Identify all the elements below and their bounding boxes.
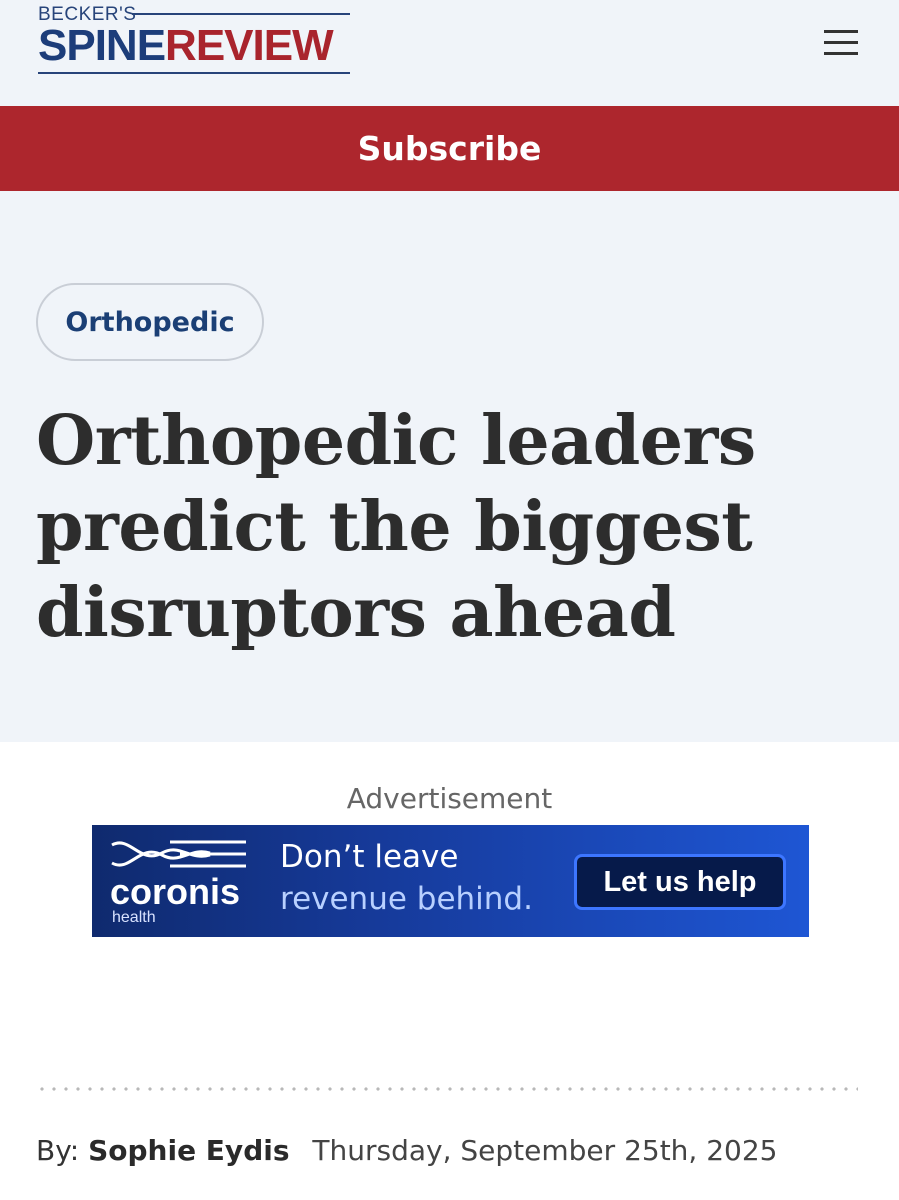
logo-review-text: REVIEW (165, 21, 334, 70)
site-logo[interactable]: BECKER'S SPINEREVIEW (38, 4, 354, 78)
ad-brand-subtitle: health (112, 909, 156, 926)
category-tag[interactable]: Orthopedic (36, 283, 264, 361)
ad-cta-button[interactable]: Let us help (574, 854, 786, 910)
subscribe-button[interactable]: Subscribe (0, 106, 899, 191)
ad-brand-name: coronis (110, 871, 241, 912)
category-label: Orthopedic (65, 306, 235, 338)
article-headline: Orthopedic leaders predict the biggest d… (36, 401, 756, 653)
ad-headline-line1: Don’t leave (280, 839, 459, 875)
byline-date: Thursday, September 25th, 2025 (312, 1134, 778, 1167)
logo-rule-top (132, 13, 350, 15)
article-hero: Orthopedic Orthopedic leaders predict th… (0, 191, 899, 742)
logo-rule-bottom (38, 72, 350, 74)
ad-headline-line2: revenue behind. (280, 881, 533, 917)
subscribe-label: Subscribe (357, 129, 542, 168)
advertisement-label: Advertisement (346, 782, 553, 815)
site-header: BECKER'S SPINEREVIEW (0, 0, 899, 106)
byline-by-label: By: (36, 1134, 80, 1167)
ad-banner[interactable]: coronis health Don’t leave revenue behin… (92, 825, 809, 937)
article-byline: By: Sophie Eydis Thursday, September 25t… (36, 1134, 777, 1167)
hamburger-menu-icon[interactable] (820, 26, 862, 58)
byline-author-link[interactable]: Sophie Eydis (88, 1134, 289, 1167)
logo-spine-text: SPINE (38, 21, 166, 70)
dotted-divider (36, 1087, 858, 1091)
logo-wordmark: SPINEREVIEW (38, 21, 334, 71)
coronis-logo-icon (111, 840, 246, 868)
